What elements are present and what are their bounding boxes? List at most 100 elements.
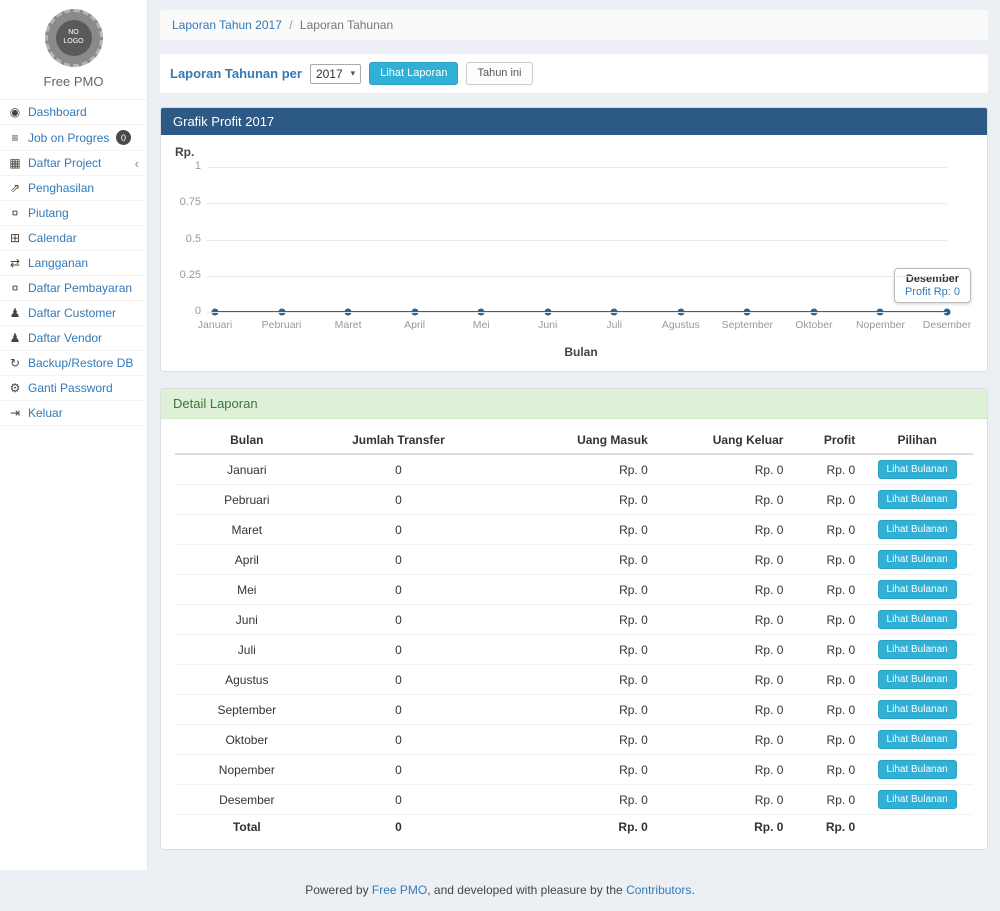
total-uang-keluar: Rp. 0 <box>654 815 790 840</box>
cell-profit: Rp. 0 <box>789 454 861 485</box>
lihat-bulanan-button[interactable]: Lihat Bulanan <box>878 640 957 659</box>
table-row: Pebruari 0 Rp. 0 Rp. 0 Rp. 0 Lihat Bulan… <box>175 485 973 515</box>
table-row: Januari 0 Rp. 0 Rp. 0 Rp. 0 Lihat Bulana… <box>175 454 973 485</box>
breadcrumb-link[interactable]: Laporan Tahun 2017 <box>172 18 282 32</box>
lihat-bulanan-button[interactable]: Lihat Bulanan <box>878 580 957 599</box>
cell-jumlah-transfer: 0 <box>319 755 479 785</box>
tasks-icon: ≡ <box>8 131 22 145</box>
footer-text: . <box>691 883 694 897</box>
table-row: Mei 0 Rp. 0 Rp. 0 Rp. 0 Lihat Bulanan <box>175 575 973 605</box>
cell-uang-masuk: Rp. 0 <box>478 454 654 485</box>
dashboard-icon: ◉ <box>8 105 22 119</box>
sign-out-icon: ⇥ <box>8 406 22 420</box>
lihat-bulanan-button[interactable]: Lihat Bulanan <box>878 730 957 749</box>
sidebar-item-dashboard[interactable]: ◉ Dashboard <box>0 100 147 125</box>
sidebar-item-label: Keluar <box>28 406 63 420</box>
cell-pilihan: Lihat Bulanan <box>861 545 973 575</box>
calendar-icon: ⊞ <box>8 231 22 245</box>
total-jumlah-transfer: 0 <box>319 815 479 840</box>
footer: Powered by Free PMO, and developed with … <box>0 870 1000 911</box>
cell-pilihan: Lihat Bulanan <box>861 454 973 485</box>
users-icon: ♟ <box>8 306 22 320</box>
cell-uang-masuk: Rp. 0 <box>478 575 654 605</box>
x-tick-label: Desember <box>923 319 971 331</box>
cell-uang-masuk: Rp. 0 <box>478 635 654 665</box>
total-label: Total <box>175 815 319 840</box>
table-row: Juli 0 Rp. 0 Rp. 0 Rp. 0 Lihat Bulanan <box>175 635 973 665</box>
cell-jumlah-transfer: 0 <box>319 515 479 545</box>
cell-profit: Rp. 0 <box>789 755 861 785</box>
table-row: September 0 Rp. 0 Rp. 0 Rp. 0 Lihat Bula… <box>175 695 973 725</box>
cell-uang-keluar: Rp. 0 <box>654 755 790 785</box>
cell-uang-masuk: Rp. 0 <box>478 785 654 815</box>
chart-tooltip: Desember Profit Rp: 0 <box>894 268 971 303</box>
brand: NO LOGO Free PMO <box>0 0 147 100</box>
lihat-bulanan-button[interactable]: Lihat Bulanan <box>878 550 957 569</box>
sidebar-item-piutang[interactable]: ¤ Piutang <box>0 201 147 226</box>
gridline <box>207 203 947 204</box>
y-tick-label: 1 <box>175 160 201 172</box>
sidebar-item-keluar[interactable]: ⇥ Keluar <box>0 401 147 426</box>
sidebar-item-daftar-project[interactable]: ▦ Daftar Project ‹ <box>0 151 147 176</box>
cell-profit: Rp. 0 <box>789 725 861 755</box>
chart-plot: Desember Profit Rp: 0 JanuariPebruariMar… <box>175 167 947 343</box>
cell-uang-masuk: Rp. 0 <box>478 485 654 515</box>
cell-profit: Rp. 0 <box>789 785 861 815</box>
lihat-bulanan-button[interactable]: Lihat Bulanan <box>878 790 957 809</box>
sidebar: NO LOGO Free PMO ◉ Dashboard ≡ Job on Pr… <box>0 0 148 870</box>
column-header-profit: Profit <box>789 427 861 454</box>
lihat-bulanan-button[interactable]: Lihat Bulanan <box>878 700 957 719</box>
cell-bulan: Maret <box>175 515 319 545</box>
total-row: Total 0 Rp. 0 Rp. 0 Rp. 0 <box>175 815 973 840</box>
cell-pilihan: Lihat Bulanan <box>861 515 973 545</box>
cell-pilihan: Lihat Bulanan <box>861 785 973 815</box>
tahun-ini-button[interactable]: Tahun ini <box>466 62 532 85</box>
cell-uang-masuk: Rp. 0 <box>478 725 654 755</box>
lihat-bulanan-button[interactable]: Lihat Bulanan <box>878 520 957 539</box>
table-row: Oktober 0 Rp. 0 Rp. 0 Rp. 0 Lihat Bulana… <box>175 725 973 755</box>
cell-profit: Rp. 0 <box>789 515 861 545</box>
sidebar-item-backup-restore-db[interactable]: ↻ Backup/Restore DB <box>0 351 147 376</box>
cell-uang-keluar: Rp. 0 <box>654 575 790 605</box>
table-row: Desember 0 Rp. 0 Rp. 0 Rp. 0 Lihat Bulan… <box>175 785 973 815</box>
lihat-bulanan-button[interactable]: Lihat Bulanan <box>878 760 957 779</box>
sidebar-item-label: Daftar Customer <box>28 306 116 320</box>
y-tick-label: 0.5 <box>175 233 201 245</box>
sidebar-item-penghasilan[interactable]: ⇗ Penghasilan <box>0 176 147 201</box>
x-tick-label: Oktober <box>795 319 832 331</box>
sidebar-item-ganti-password[interactable]: ⚙ Ganti Password <box>0 376 147 401</box>
sidebar-item-langganan[interactable]: ⇄ Langganan <box>0 251 147 276</box>
table-row: Maret 0 Rp. 0 Rp. 0 Rp. 0 Lihat Bulanan <box>175 515 973 545</box>
cell-profit: Rp. 0 <box>789 605 861 635</box>
year-select[interactable]: 2017 ▾ <box>310 64 361 84</box>
sidebar-item-job-on-progress[interactable]: ≡ Job on Progress 0 <box>0 125 147 151</box>
cell-uang-keluar: Rp. 0 <box>654 635 790 665</box>
sidebar-item-label: Penghasilan <box>28 181 94 195</box>
lihat-bulanan-button[interactable]: Lihat Bulanan <box>878 670 957 689</box>
cell-profit: Rp. 0 <box>789 665 861 695</box>
lihat-laporan-button[interactable]: Lihat Laporan <box>369 62 458 85</box>
cell-uang-keluar: Rp. 0 <box>654 695 790 725</box>
sidebar-item-daftar-pembayaran[interactable]: ¤ Daftar Pembayaran <box>0 276 147 301</box>
cell-bulan: Desember <box>175 785 319 815</box>
lihat-bulanan-button[interactable]: Lihat Bulanan <box>878 610 957 629</box>
x-axis-title: Bulan <box>215 345 947 359</box>
sidebar-item-daftar-customer[interactable]: ♟ Daftar Customer <box>0 301 147 326</box>
lihat-bulanan-button[interactable]: Lihat Bulanan <box>878 460 957 479</box>
sidebar-item-label: Daftar Pembayaran <box>28 281 132 295</box>
lihat-bulanan-button[interactable]: Lihat Bulanan <box>878 490 957 509</box>
sidebar-item-calendar[interactable]: ⊞ Calendar <box>0 226 147 251</box>
column-header-pilihan: Pilihan <box>861 427 973 454</box>
lock-icon: ⚙ <box>8 381 22 395</box>
contributors-link[interactable]: Contributors <box>626 883 691 897</box>
gridline <box>207 276 947 277</box>
y-tick-label: 0 <box>175 305 201 317</box>
cell-bulan: Nopember <box>175 755 319 785</box>
chart-title: Grafik Profit 2017 <box>173 114 274 129</box>
column-header-bulan: Bulan <box>175 427 319 454</box>
sidebar-item-daftar-vendor[interactable]: ♟ Daftar Vendor <box>0 326 147 351</box>
free-pmo-link[interactable]: Free PMO <box>372 883 427 897</box>
money-icon: ¤ <box>8 206 22 220</box>
sidebar-item-label: Daftar Vendor <box>28 331 102 345</box>
table-row: Agustus 0 Rp. 0 Rp. 0 Rp. 0 Lihat Bulana… <box>175 665 973 695</box>
